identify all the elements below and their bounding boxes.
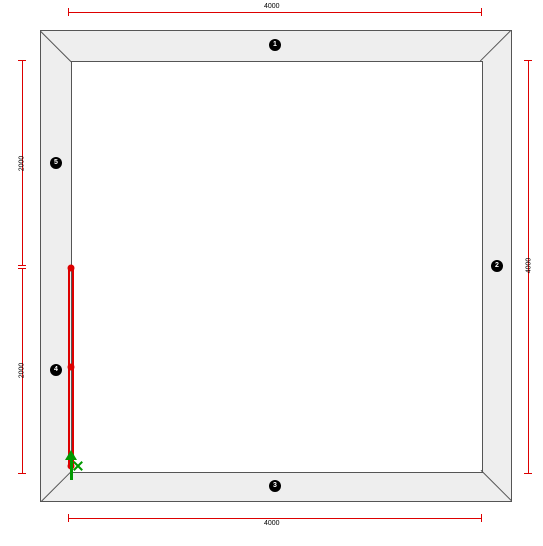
wall-outer: [40, 30, 512, 502]
dim-top-label: 4000: [264, 3, 280, 10]
corner-diag-tr: [480, 30, 511, 61]
dim-bottom: [68, 518, 481, 519]
dim-bottom-label: 4000: [264, 520, 280, 527]
direction-arrow[interactable]: [65, 468, 77, 480]
wall-marker-2[interactable]: 2: [491, 260, 503, 272]
wall-marker-5[interactable]: 5: [50, 157, 62, 169]
corner-diag-tl: [40, 31, 71, 62]
floor-plan-canvas: 4000 4000 4000 2000 2000 1 2 3 4 5: [0, 0, 543, 546]
corner-diag-br: [481, 470, 512, 501]
wall-marker-4[interactable]: 4: [50, 364, 62, 376]
wall-marker-3[interactable]: 3: [269, 480, 281, 492]
opening-node-mid[interactable]: [68, 364, 75, 371]
wall-inner: [71, 61, 483, 473]
opening-node-top[interactable]: [68, 265, 75, 272]
dim-top: [68, 12, 481, 13]
dim-right-label: 4000: [525, 258, 532, 274]
dim-left-upper-label: 2000: [18, 156, 25, 172]
dim-left-lower-label: 2000: [18, 363, 25, 379]
wall-marker-1[interactable]: 1: [269, 39, 281, 51]
